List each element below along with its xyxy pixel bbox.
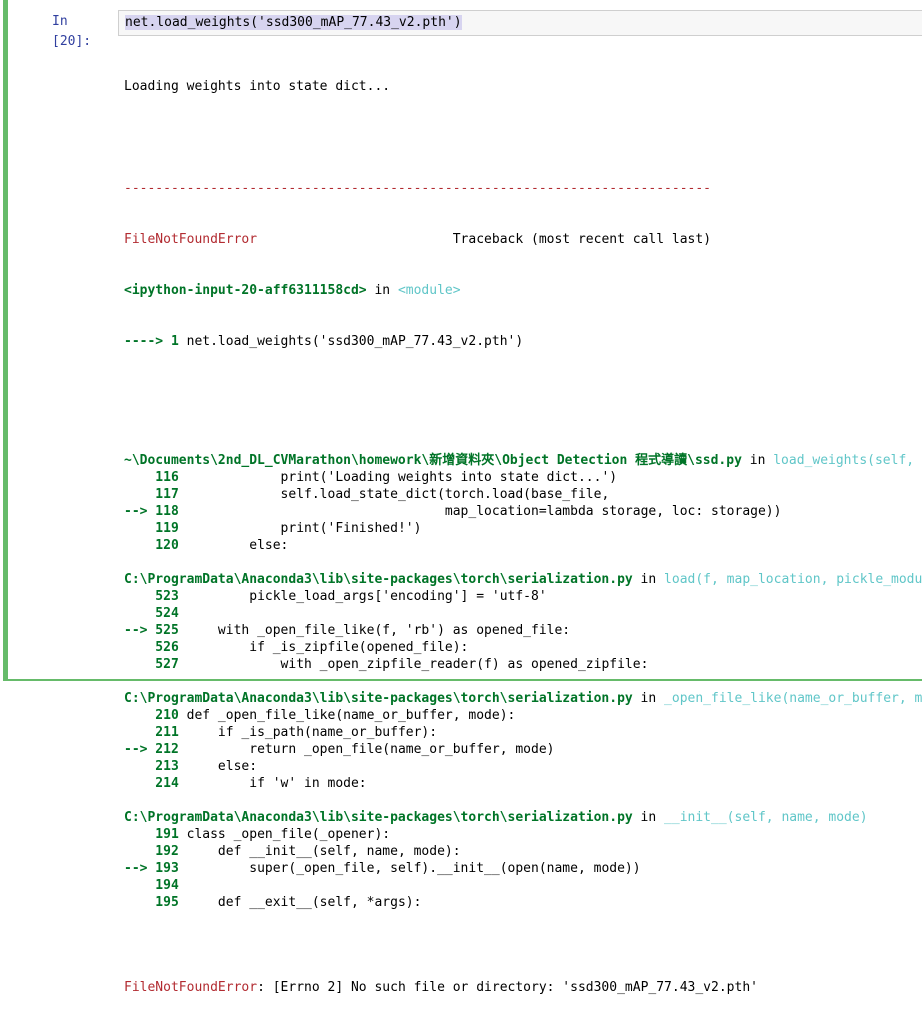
line-marker: 213 <box>124 759 187 774</box>
line-code: return _open_file(name_or_buffer, mode) <box>186 742 555 757</box>
code-line: 117 self.load_state_dict(torch.load(base… <box>124 486 922 503</box>
code-line: 195 def __exit__(self, *args): <box>124 894 922 911</box>
frame-path: C:\ProgramData\Anaconda3\lib\site-packag… <box>124 572 633 587</box>
line-marker: 527 <box>124 657 187 672</box>
code-line: 523 pickle_load_args['encoding'] = 'utf-… <box>124 588 922 605</box>
code-cell[interactable]: In [20]: net.load_weights('ssd300_mAP_77… <box>3 0 922 995</box>
code-line: 116 print('Loading weights into state di… <box>124 469 922 486</box>
frame-function: _open_file_like(name_or_buffer, mode) <box>664 691 922 706</box>
line-code: net.load_weights('ssd300_mAP_77.43_v2.pt… <box>186 334 524 349</box>
line-marker: --> 212 <box>124 742 187 757</box>
line-marker: ----> 1 <box>124 334 187 349</box>
line-code: if _is_path(name_or_buffer): <box>186 725 438 740</box>
frame-header: ~\Documents\2nd_DL_CVMarathon\homework\新… <box>124 452 922 469</box>
code-line: 214 if 'w' in mode: <box>124 775 922 792</box>
ipython-input-name: <ipython-input-20-aff6311158cd> <box>124 283 367 298</box>
line-marker: --> 525 <box>124 623 187 638</box>
line-marker: 192 <box>124 844 187 859</box>
line-code: pickle_load_args['encoding'] = 'utf-8' <box>186 589 547 604</box>
line-code: if _is_zipfile(opened_file): <box>186 640 469 655</box>
line-code: def __init__(self, name, mode): <box>186 844 461 859</box>
line-marker: --> 118 <box>124 504 187 519</box>
traceback-separator: ----------------------------------------… <box>124 181 711 196</box>
frame-function: load(f, map_location, pickle_module, **p… <box>664 572 922 587</box>
line-marker: 194 <box>124 878 187 893</box>
line-marker: 116 <box>124 470 187 485</box>
line-code: class _open_file(_opener): <box>186 827 391 842</box>
line-code: map_location=lambda storage, loc: storag… <box>186 504 782 519</box>
input-prompt: In [20]: <box>52 14 92 49</box>
code-line: 120 else: <box>124 537 922 554</box>
ipython-input-line: <ipython-input-20-aff6311158cd> in <modu… <box>124 283 461 298</box>
line-code: self.load_state_dict(torch.load(base_fil… <box>186 487 610 502</box>
line-marker: 117 <box>124 487 187 502</box>
line-code: with _open_zipfile_reader(f) as opened_z… <box>186 657 649 672</box>
line-marker: 523 <box>124 589 187 604</box>
code-line: --> 193 super(_open_file, self).__init__… <box>124 860 922 877</box>
final-error-line: FileNotFoundError: [Errno 2] No such fil… <box>124 979 922 996</box>
line-marker: 211 <box>124 725 187 740</box>
traceback-header: FileNotFoundError Traceback (most recent… <box>124 231 922 248</box>
code-line: 527 with _open_zipfile_reader(f) as open… <box>124 656 922 673</box>
loading-message: Loading weights into state dict... <box>124 79 391 94</box>
line-code: print('Loading weights into state dict..… <box>186 470 618 485</box>
frame-function: load_weights(self, base_file) <box>773 453 922 468</box>
code-line: --> 525 with _open_file_like(f, 'rb') as… <box>124 622 922 639</box>
frame-path: ~\Documents\2nd_DL_CVMarathon\homework\新… <box>124 453 742 468</box>
line-code: if 'w' in mode: <box>186 776 367 791</box>
line-code: def __exit__(self, *args): <box>186 895 422 910</box>
output-area: Loading weights into state dict... -----… <box>124 44 922 1030</box>
traceback-frames: ~\Documents\2nd_DL_CVMarathon\homework\新… <box>124 452 922 928</box>
code-line: 192 def __init__(self, name, mode): <box>124 843 922 860</box>
frame-path: C:\ProgramData\Anaconda3\lib\site-packag… <box>124 810 633 825</box>
line-marker: 195 <box>124 895 187 910</box>
line-marker: 119 <box>124 521 187 536</box>
line-code: print('Finished!') <box>186 521 422 536</box>
code-line: 191 class _open_file(_opener): <box>124 826 922 843</box>
line-marker: 524 <box>124 606 187 621</box>
code-editor[interactable]: net.load_weights('ssd300_mAP_77.43_v2.pt… <box>118 10 922 36</box>
module-code-line: ----> 1 net.load_weights('ssd300_mAP_77.… <box>124 333 922 350</box>
code-line: 213 else: <box>124 758 922 775</box>
line-code: with _open_file_like(f, 'rb') as opened_… <box>186 623 571 638</box>
code-line: 194 <box>124 877 922 894</box>
code-line: --> 212 return _open_file(name_or_buffer… <box>124 741 922 758</box>
line-marker: 210 <box>124 708 187 723</box>
frame-header: C:\ProgramData\Anaconda3\lib\site-packag… <box>124 690 922 707</box>
input-code-text[interactable]: net.load_weights('ssd300_mAP_77.43_v2.pt… <box>125 14 462 31</box>
code-line: 211 if _is_path(name_or_buffer): <box>124 724 922 741</box>
line-marker: 214 <box>124 776 187 791</box>
line-code: else: <box>186 759 258 774</box>
selected-code: net.load_weights('ssd300_mAP_77.43_v2.pt… <box>125 15 462 30</box>
traceback-label: Traceback (most recent call last) <box>452 232 712 247</box>
frame-path: C:\ProgramData\Anaconda3\lib\site-packag… <box>124 691 633 706</box>
line-marker: 526 <box>124 640 187 655</box>
code-line: 119 print('Finished!') <box>124 520 922 537</box>
module-name: <module> <box>397 283 461 298</box>
line-code: super(_open_file, self).__init__(open(na… <box>186 861 641 876</box>
code-line: 524 <box>124 605 922 622</box>
line-code: else: <box>186 538 289 553</box>
frame-header: C:\ProgramData\Anaconda3\lib\site-packag… <box>124 571 922 588</box>
final-error-name: FileNotFoundError <box>124 980 258 995</box>
code-line: --> 118 map_location=lambda storage, loc… <box>124 503 922 520</box>
code-line: 210 def _open_file_like(name_or_buffer, … <box>124 707 922 724</box>
line-marker: 191 <box>124 827 187 842</box>
frame-header: C:\ProgramData\Anaconda3\lib\site-packag… <box>124 810 868 825</box>
error-name: FileNotFoundError <box>124 232 258 247</box>
code-line: 526 if _is_zipfile(opened_file): <box>124 639 922 656</box>
line-marker: 120 <box>124 538 187 553</box>
final-error-message: : [Errno 2] No such file or directory: '… <box>257 980 758 995</box>
frame-function: __init__(self, name, mode) <box>664 810 868 825</box>
line-marker: --> 193 <box>124 861 187 876</box>
line-code: def _open_file_like(name_or_buffer, mode… <box>186 708 516 723</box>
